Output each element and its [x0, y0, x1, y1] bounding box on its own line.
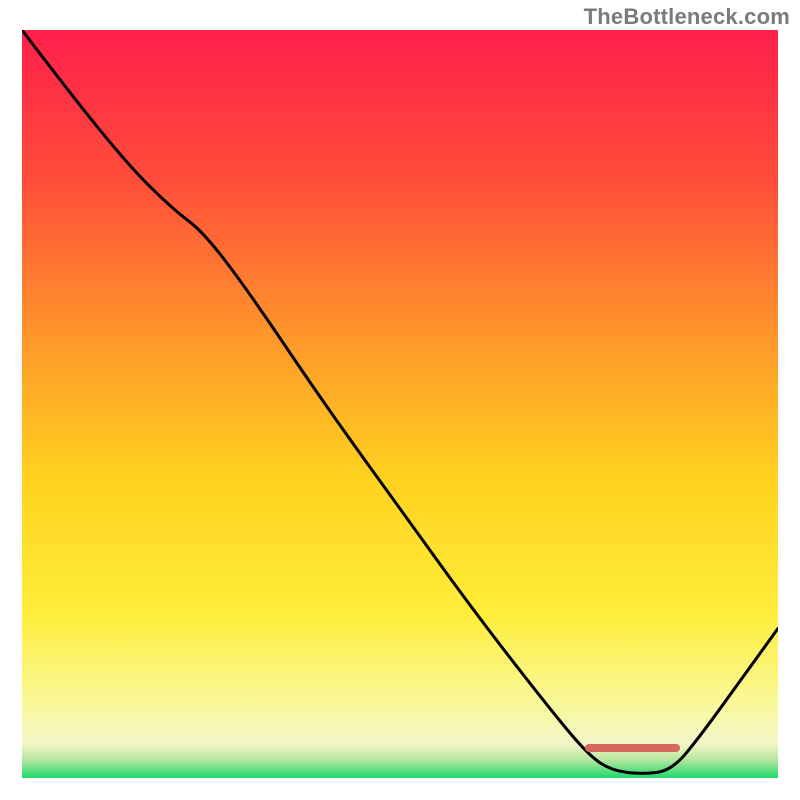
optimal-range-marker: [585, 744, 680, 752]
watermark-text: TheBottleneck.com: [584, 4, 790, 30]
chart-area: [22, 30, 778, 778]
chart-svg: [22, 30, 778, 778]
figure: TheBottleneck.com: [0, 0, 800, 800]
gradient-background: [22, 30, 778, 778]
